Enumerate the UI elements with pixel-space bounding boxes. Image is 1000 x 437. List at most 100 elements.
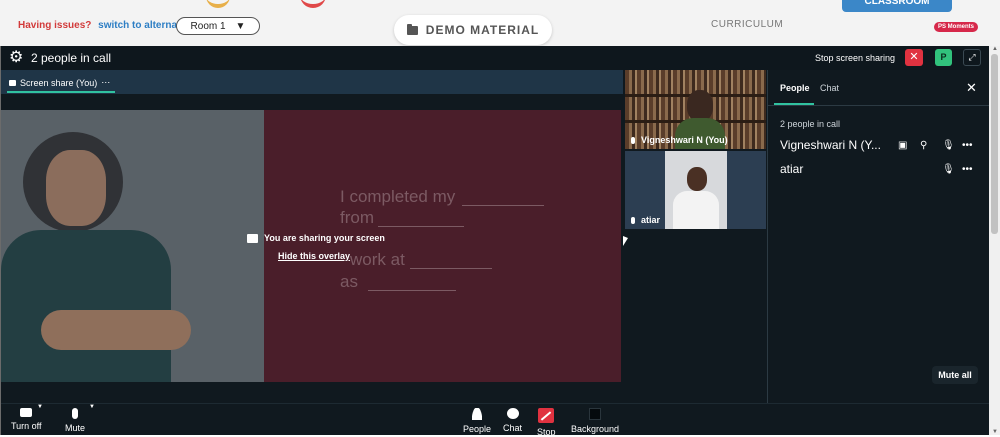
sharing-overlay-message: You are sharing your screen [247,233,385,243]
folder-icon [406,23,418,35]
room-select[interactable]: Room 1 ▼ [176,17,260,35]
slide-blank [410,268,492,269]
more-options-icon[interactable]: ⋯ [101,77,110,88]
demo-material-label: DEMO MATERIAL [425,23,540,37]
slide-line: I completed my [340,187,456,206]
pin-icon[interactable]: ⚲ [920,140,927,151]
slide-line: work at [350,250,405,269]
scroll-thumb[interactable] [991,54,998,234]
tab-people[interactable]: People [780,83,810,93]
divider [768,105,990,106]
mute-button[interactable]: Mute [65,408,85,433]
slide-blank [462,205,544,206]
page-scrollbar[interactable]: ▲ ▼ [989,46,1000,435]
participant-row: atiar 🎙 ••• [780,162,985,178]
classroom-tab[interactable]: CLASSROOM [842,0,952,12]
chevron-down-icon[interactable]: ▼ [37,404,43,410]
tab-chat[interactable]: Chat [820,83,839,93]
close-icon[interactable]: ✕ [966,80,977,96]
shared-slide: I completed my from work at as [1,110,621,382]
people-count: 2 people in call [780,119,841,129]
background-label: Background [571,424,620,434]
expand-icon: ⤢ [968,52,976,62]
person-arms [41,310,191,350]
background-button[interactable]: Background [571,408,619,434]
participant-head [687,167,707,191]
screen-share-tab-label: Screen share (You) [20,77,98,88]
video-tile[interactable]: atiar [625,151,766,229]
top-bar: Having issues? switch to alternate room … [0,0,1000,46]
mic-icon [631,136,635,144]
demo-material-button[interactable]: DEMO MATERIAL [394,15,552,45]
monitor-icon [9,79,16,86]
person-icon [472,408,483,420]
chat-button[interactable]: Chat [503,408,522,433]
tile-label: atiar [631,215,660,225]
monitor-icon [247,233,258,243]
turn-off-label: Turn off [11,421,42,431]
room-select-value: Room 1 [190,20,226,32]
participant-name: atiar [780,162,804,176]
slide-text-panel: I completed my from work at as [264,110,621,382]
participant-name: Vigneshwari N (Y... [780,138,881,152]
people-panel: People Chat ✕ 2 people in call Vigneshwa… [767,70,990,403]
call-window: ⚙ 2 people in call Stop screen sharing ✕… [0,46,990,437]
camera-icon [20,408,33,417]
sharing-overlay-text: You are sharing your screen [264,233,385,243]
mic-icon [72,408,78,419]
slide-line: as [340,272,358,291]
slide-photo [1,110,264,382]
mute-all-button[interactable]: Mute all [932,366,978,384]
background-icon [589,408,602,420]
video-tile[interactable]: Vigneshwari N (You) [625,70,766,149]
participant-body [673,191,719,229]
mouse-cursor-icon [623,236,628,246]
screen-share-tabbar: Screen share (You) ⋯ [1,70,623,94]
mic-icon [631,216,635,224]
slide-blank [368,290,456,291]
more-options-icon[interactable]: ••• [962,164,973,175]
mic-icon[interactable]: 🎙 [942,140,955,151]
stop-share-icon [538,408,555,423]
people-label: People [463,424,492,434]
active-tab-indicator [7,91,115,93]
close-icon: ✕ [909,51,919,63]
chevron-down-icon[interactable]: ▼ [89,404,95,410]
call-title: 2 people in call [31,51,112,65]
stop-screen-sharing-label: Stop screen sharing [815,53,896,63]
slide-line: from [340,208,374,227]
stop-sharing-button[interactable]: ✕ [905,49,923,66]
participant-row: Vigneshwari N (Y... ▣ ⚲ 🎙 ••• [780,138,985,154]
scroll-up-icon[interactable]: ▲ [992,46,998,52]
tile-name: Vigneshwari N (You) [641,135,728,145]
call-toolbar: Turn off ▼ Mute ▼ People Chat Stop Backg… [1,403,989,437]
gear-icon[interactable]: ⚙ [9,50,23,66]
people-button[interactable]: People [463,408,491,434]
more-options-icon[interactable]: ••• [962,140,973,151]
decorative-arc [206,0,230,8]
scroll-down-icon[interactable]: ▼ [992,429,998,435]
ps-moments-badge[interactable]: PS Moments [934,22,979,32]
tile-label: Vigneshwari N (You) [631,135,728,145]
mute-label: Mute [65,423,86,433]
screen-share-icon: ▣ [898,140,908,151]
chat-label: Chat [503,423,523,433]
slide-blank [378,226,464,227]
decorative-arc [300,0,326,8]
participant-video [665,151,727,229]
mic-icon[interactable]: 🎙 [942,164,955,175]
person-face [46,150,106,226]
chevron-down-icon: ▼ [235,20,246,32]
call-header: ⚙ 2 people in call Stop screen sharing ✕… [1,46,989,70]
curriculum-link[interactable]: CURRICULUM [711,19,783,30]
hide-overlay-link[interactable]: Hide this overlay [278,251,350,261]
chat-icon [506,408,519,419]
tile-name: atiar [641,215,661,225]
turn-off-camera-button[interactable]: Turn off [11,408,42,431]
stop-sharing-toolbar-button[interactable]: Stop [537,408,556,437]
screen-share-tab[interactable]: Screen share (You) ⋯ [9,77,110,88]
fullscreen-button[interactable]: ⤢ [963,49,981,66]
issues-text: Having issues? [18,20,92,31]
p-badge-button[interactable]: P [935,49,952,66]
stop-label: Stop [537,427,556,437]
